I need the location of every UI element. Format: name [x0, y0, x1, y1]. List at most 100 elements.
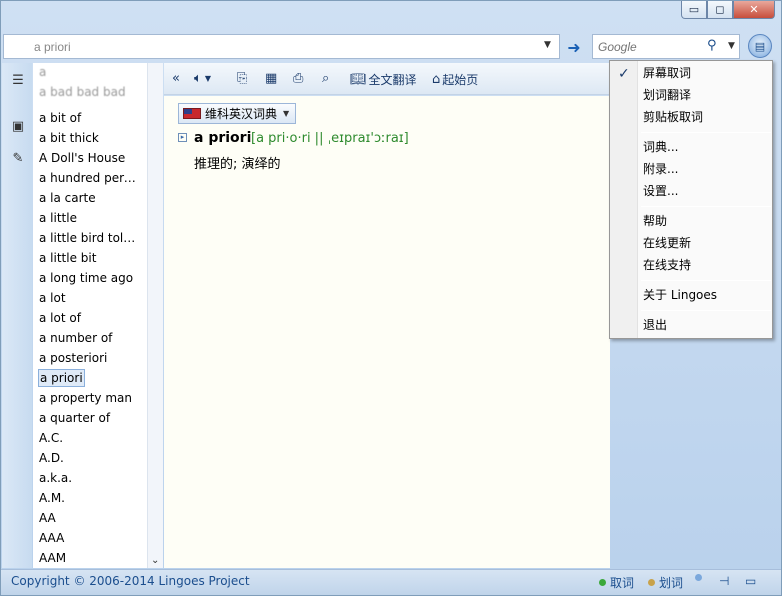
- menu-item-about[interactable]: 关于 Lingoes: [643, 286, 717, 304]
- checkmark-icon: ✓: [618, 66, 630, 82]
- back-icon: «: [172, 71, 180, 86]
- menu-icon: ▤: [754, 39, 766, 53]
- word-list-icon[interactable]: ☰: [9, 71, 27, 89]
- list-item[interactable]: A.D.: [38, 449, 65, 467]
- close-icon: ✕: [749, 3, 759, 16]
- list-item[interactable]: A.M.: [38, 489, 66, 507]
- list-item[interactable]: a quarter of: [38, 409, 111, 427]
- home-icon: ⌂: [432, 72, 441, 87]
- selection-toggle[interactable]: 划词: [648, 574, 683, 591]
- list-item[interactable]: a lot: [38, 289, 67, 307]
- menu-separator: [641, 132, 771, 133]
- menu-item-exit[interactable]: 退出: [643, 316, 667, 334]
- list-item[interactable]: a: [38, 63, 47, 81]
- menu-separator: [641, 206, 771, 207]
- lookup-button[interactable]: ➜: [563, 36, 585, 58]
- pin-button[interactable]: ⊣: [719, 574, 729, 588]
- list-item[interactable]: a long time ago: [38, 269, 134, 287]
- history-dropdown-icon[interactable]: ▼: [544, 40, 551, 50]
- list-item[interactable]: a posteriori: [38, 349, 108, 367]
- menu-item-help[interactable]: 帮助: [643, 212, 667, 230]
- close-button[interactable]: ✕: [733, 1, 775, 19]
- search-icon[interactable]: ⚲: [707, 38, 717, 53]
- maximize-icon: ◻: [715, 3, 725, 16]
- mini-window-button[interactable]: ▭: [745, 574, 756, 588]
- dictionary-tab[interactable]: 维科英汉词典 ▼: [178, 103, 297, 124]
- list-item[interactable]: a la carte: [38, 189, 97, 207]
- list-item[interactable]: a.k.a.: [38, 469, 73, 487]
- screen-capture-toggle[interactable]: 取词: [599, 574, 634, 591]
- minimize-button[interactable]: ▭: [681, 1, 707, 19]
- binoculars-icon: ⌕: [322, 71, 330, 86]
- list-item[interactable]: a hundred perc...: [38, 169, 140, 187]
- status-bar: Copyright © 2006-2014 Lingoes Project 取词…: [1, 569, 781, 595]
- list-item[interactable]: a number of: [38, 329, 113, 347]
- chevron-down-icon: ▼: [204, 74, 211, 83]
- chevron-down-icon: ▼: [283, 109, 290, 118]
- menu-item-dictionaries[interactable]: 词典...: [643, 138, 678, 156]
- menu-item-screen-capture[interactable]: 屏幕取词: [643, 64, 691, 82]
- pin-icon: ⊣: [719, 574, 730, 588]
- home-label: 起始页: [442, 73, 479, 87]
- status-dot-icon: [695, 574, 702, 581]
- menu-separator: [641, 280, 771, 281]
- list-item-selected[interactable]: a priori: [38, 369, 85, 387]
- print-button[interactable]: ⎙: [293, 71, 303, 86]
- save-button[interactable]: ▦: [265, 71, 277, 86]
- back-button[interactable]: «: [172, 71, 180, 86]
- save-icon: ▦: [265, 71, 278, 86]
- dictionary-tab-label: 维科英汉词典: [205, 107, 278, 121]
- menu-gutter: [610, 61, 638, 338]
- full-translate-button[interactable]: 📖︎ 全文翻译: [350, 71, 417, 88]
- copy-button[interactable]: ⎘: [237, 71, 247, 86]
- list-item[interactable]: a bad bad bad: [38, 83, 127, 101]
- list-item[interactable]: a little bird told ...: [38, 229, 140, 247]
- status-off-icon: [648, 579, 655, 586]
- glossary-icon[interactable]: ▣: [9, 117, 27, 135]
- list-item[interactable]: a little bit: [38, 249, 97, 267]
- list-item[interactable]: a bit of: [38, 109, 82, 127]
- copyright-text: Copyright © 2006-2014 Lingoes Project: [11, 574, 250, 588]
- word-search-input[interactable]: [3, 34, 560, 59]
- home-button[interactable]: ⌂ 起始页: [432, 71, 478, 88]
- list-item[interactable]: a bit thick: [38, 129, 100, 147]
- list-item[interactable]: a property man: [38, 389, 133, 407]
- menu-item-online-update[interactable]: 在线更新: [643, 234, 691, 252]
- print-icon: ⎙: [293, 71, 304, 86]
- menu-item-online-support[interactable]: 在线支持: [643, 256, 691, 274]
- selection-label: 划词: [659, 576, 684, 590]
- expand-icon[interactable]: ▸: [178, 133, 187, 142]
- menu-item-settings[interactable]: 设置...: [643, 182, 678, 200]
- list-item[interactable]: A Doll's House: [38, 149, 126, 167]
- menu-item-clipboard-capture[interactable]: 剪贴板取词: [643, 108, 703, 126]
- main-menu-button[interactable]: ▤: [748, 34, 772, 58]
- phonetic: [a pri·o·ri || ˌeɪpraɪ'ɔːraɪ]: [251, 131, 409, 146]
- full-translate-label: 全文翻译: [368, 73, 417, 87]
- copy-icon: ⎘: [237, 71, 248, 86]
- menu-item-appendix[interactable]: 附录...: [643, 160, 678, 178]
- main-toolbar: « 🔈︎ ▼ ⎘ ▦ ⎙ ⌕ 📖︎ 全文翻译 ⌂ 起始页: [164, 63, 610, 95]
- chevron-down-icon[interactable]: ⌄: [151, 555, 159, 566]
- find-button[interactable]: ⌕: [322, 71, 329, 86]
- menu-separator: [641, 310, 771, 311]
- list-item[interactable]: AA: [38, 509, 57, 527]
- app-window: ▭ ◻ ✕ ▼ ➜ ⚲ ▼ ▤ ☰ ▣ ✎ a a bad bad bad a …: [0, 0, 782, 596]
- history-icon[interactable]: ✎: [9, 149, 27, 167]
- google-search-input[interactable]: [592, 34, 740, 59]
- maximize-button[interactable]: ◻: [707, 1, 733, 19]
- status-on-icon: [599, 579, 606, 586]
- list-item[interactable]: A.C.: [38, 429, 64, 447]
- screen-capture-label: 取词: [610, 576, 635, 590]
- list-item[interactable]: AAM: [38, 549, 67, 567]
- settings-toggle[interactable]: [695, 574, 706, 581]
- search-engine-dropdown-icon[interactable]: ▼: [728, 41, 735, 51]
- list-item[interactable]: a lot of: [38, 309, 82, 327]
- list-item[interactable]: a little: [38, 209, 78, 227]
- flag-icon: [183, 108, 201, 119]
- list-item[interactable]: AAA: [38, 529, 65, 547]
- minimize-icon: ▭: [688, 3, 700, 16]
- word-list: a a bad bad bad a bit of a bit thick A D…: [33, 63, 163, 568]
- speak-button[interactable]: 🔈︎ ▼: [194, 71, 211, 86]
- word-list-scrollbar[interactable]: ⌄: [147, 63, 163, 568]
- menu-item-selection-translate[interactable]: 划词翻译: [643, 86, 691, 104]
